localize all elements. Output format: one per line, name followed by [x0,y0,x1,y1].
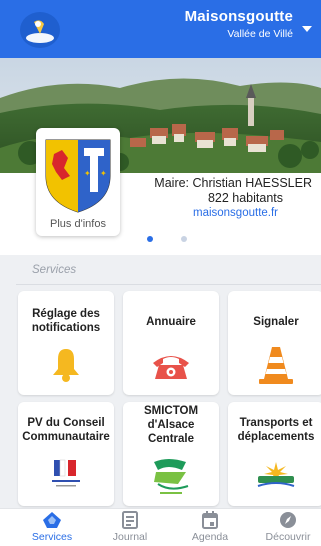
tile-label: SMICTOM d'Alsace Centrale [143,405,199,445]
tile-label: Transports et déplacements [237,417,315,443]
population: 822 habitants [207,191,283,205]
tile-notification-settings[interactable]: Réglage des notifications [18,291,114,395]
coat-of-arms-card[interactable]: ✦ ✦ Plus d'infos [36,128,120,236]
tab-label: Découvrir [265,531,311,543]
traffic-cone-icon [259,347,293,384]
transport-logo-icon [257,462,295,487]
tile-label: PV du Conseil Communautaire [22,417,110,443]
discover-icon [280,512,296,528]
smictom-logo-icon [154,459,189,494]
town-selector[interactable]: Maisonsgoutte Vallée de Villé [185,8,293,40]
app-header: Maisonsgoutte Vallée de Villé [0,0,321,58]
bottom-navigation: Services Journal Agenda Découvrir [0,508,321,546]
tile-label: Réglage des notifications [31,308,101,334]
svg-text:✦: ✦ [100,169,107,178]
telephone-icon [153,356,189,379]
more-info-link[interactable]: Plus d'infos [36,218,120,230]
tile-directory[interactable]: Annuaire [123,291,219,395]
tile-council-minutes[interactable]: PV du Conseil Communautaire [18,402,114,506]
tile-label: Annuaire [146,316,196,328]
tile-label: Signaler [253,316,299,328]
tile-transport[interactable]: Transports et déplacements [228,402,321,506]
services-icon [43,512,61,528]
mayor-name: Maire: Christian HAESSLER [154,176,312,190]
chevron-down-icon[interactable] [302,26,312,32]
tile-report[interactable]: Signaler [228,291,321,395]
svg-text:✦: ✦ [84,169,91,178]
tab-agenda[interactable]: Agenda [180,511,240,543]
tab-discover[interactable]: Découvrir [258,511,318,543]
community-logo-icon [52,459,80,487]
calendar-icon [202,511,218,529]
website-link[interactable]: maisonsgoutte.fr [130,207,278,219]
town-name: Maisonsgoutte [184,8,293,25]
tab-label: Agenda [191,531,229,543]
app-logo-icon[interactable] [20,12,60,48]
tab-journal[interactable]: Journal [100,511,160,543]
carousel-dot[interactable] [147,236,153,242]
coat-of-arms-icon: ✦ ✦ [45,139,111,213]
divider [16,284,321,285]
services-title: Services [32,264,77,276]
bell-icon [53,349,79,382]
tab-services[interactable]: Services [22,511,82,543]
carousel-dot[interactable] [181,236,187,242]
carousel-dots [147,236,187,242]
tab-label: Services [31,531,73,543]
journal-icon [122,511,138,529]
town-region: Vallée de Villé [227,28,293,40]
tile-smictom[interactable]: SMICTOM d'Alsace Centrale [123,402,219,506]
tab-label: Journal [112,531,148,543]
